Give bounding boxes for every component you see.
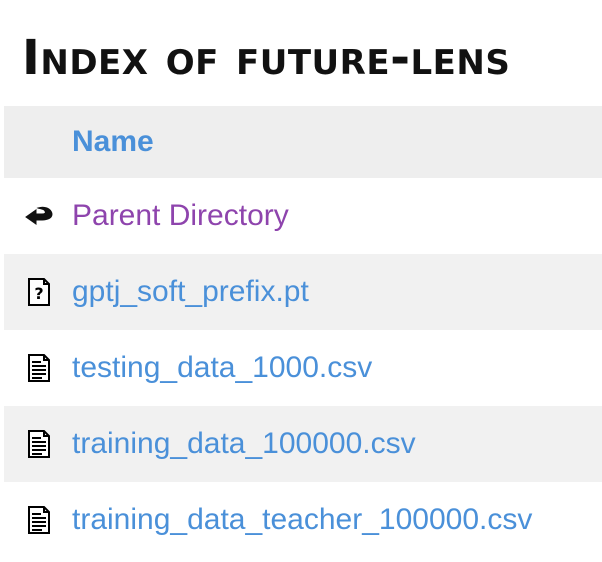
text-file-icon: [4, 482, 72, 558]
text-file-icon: [4, 330, 72, 406]
back-icon: [4, 178, 72, 254]
table-row: ? gptj_soft_prefix.pt: [4, 254, 602, 330]
svg-text:?: ?: [34, 284, 43, 303]
sort-by-name-link[interactable]: Name: [72, 125, 154, 159]
table-row: training_data_teacher_100000.csv: [4, 482, 602, 558]
table-row: Parent Directory: [4, 178, 602, 254]
file-link[interactable]: testing_data_1000.csv: [72, 351, 372, 385]
parent-directory-link[interactable]: Parent Directory: [72, 199, 289, 233]
file-link[interactable]: training_data_100000.csv: [72, 427, 416, 461]
text-file-icon: [4, 406, 72, 482]
page-title: Index of future-lens: [22, 30, 511, 86]
file-listing: Name Parent Directory ? gptj_soft_prefix…: [4, 106, 602, 558]
table-row: training_data_100000.csv: [4, 406, 602, 482]
unknown-file-icon: ?: [4, 254, 72, 330]
table-row: testing_data_1000.csv: [4, 330, 602, 406]
header-icon-spacer: [4, 106, 72, 178]
file-link[interactable]: training_data_teacher_100000.csv: [72, 503, 532, 537]
table-header: Name: [4, 106, 602, 178]
file-link[interactable]: gptj_soft_prefix.pt: [72, 275, 309, 309]
